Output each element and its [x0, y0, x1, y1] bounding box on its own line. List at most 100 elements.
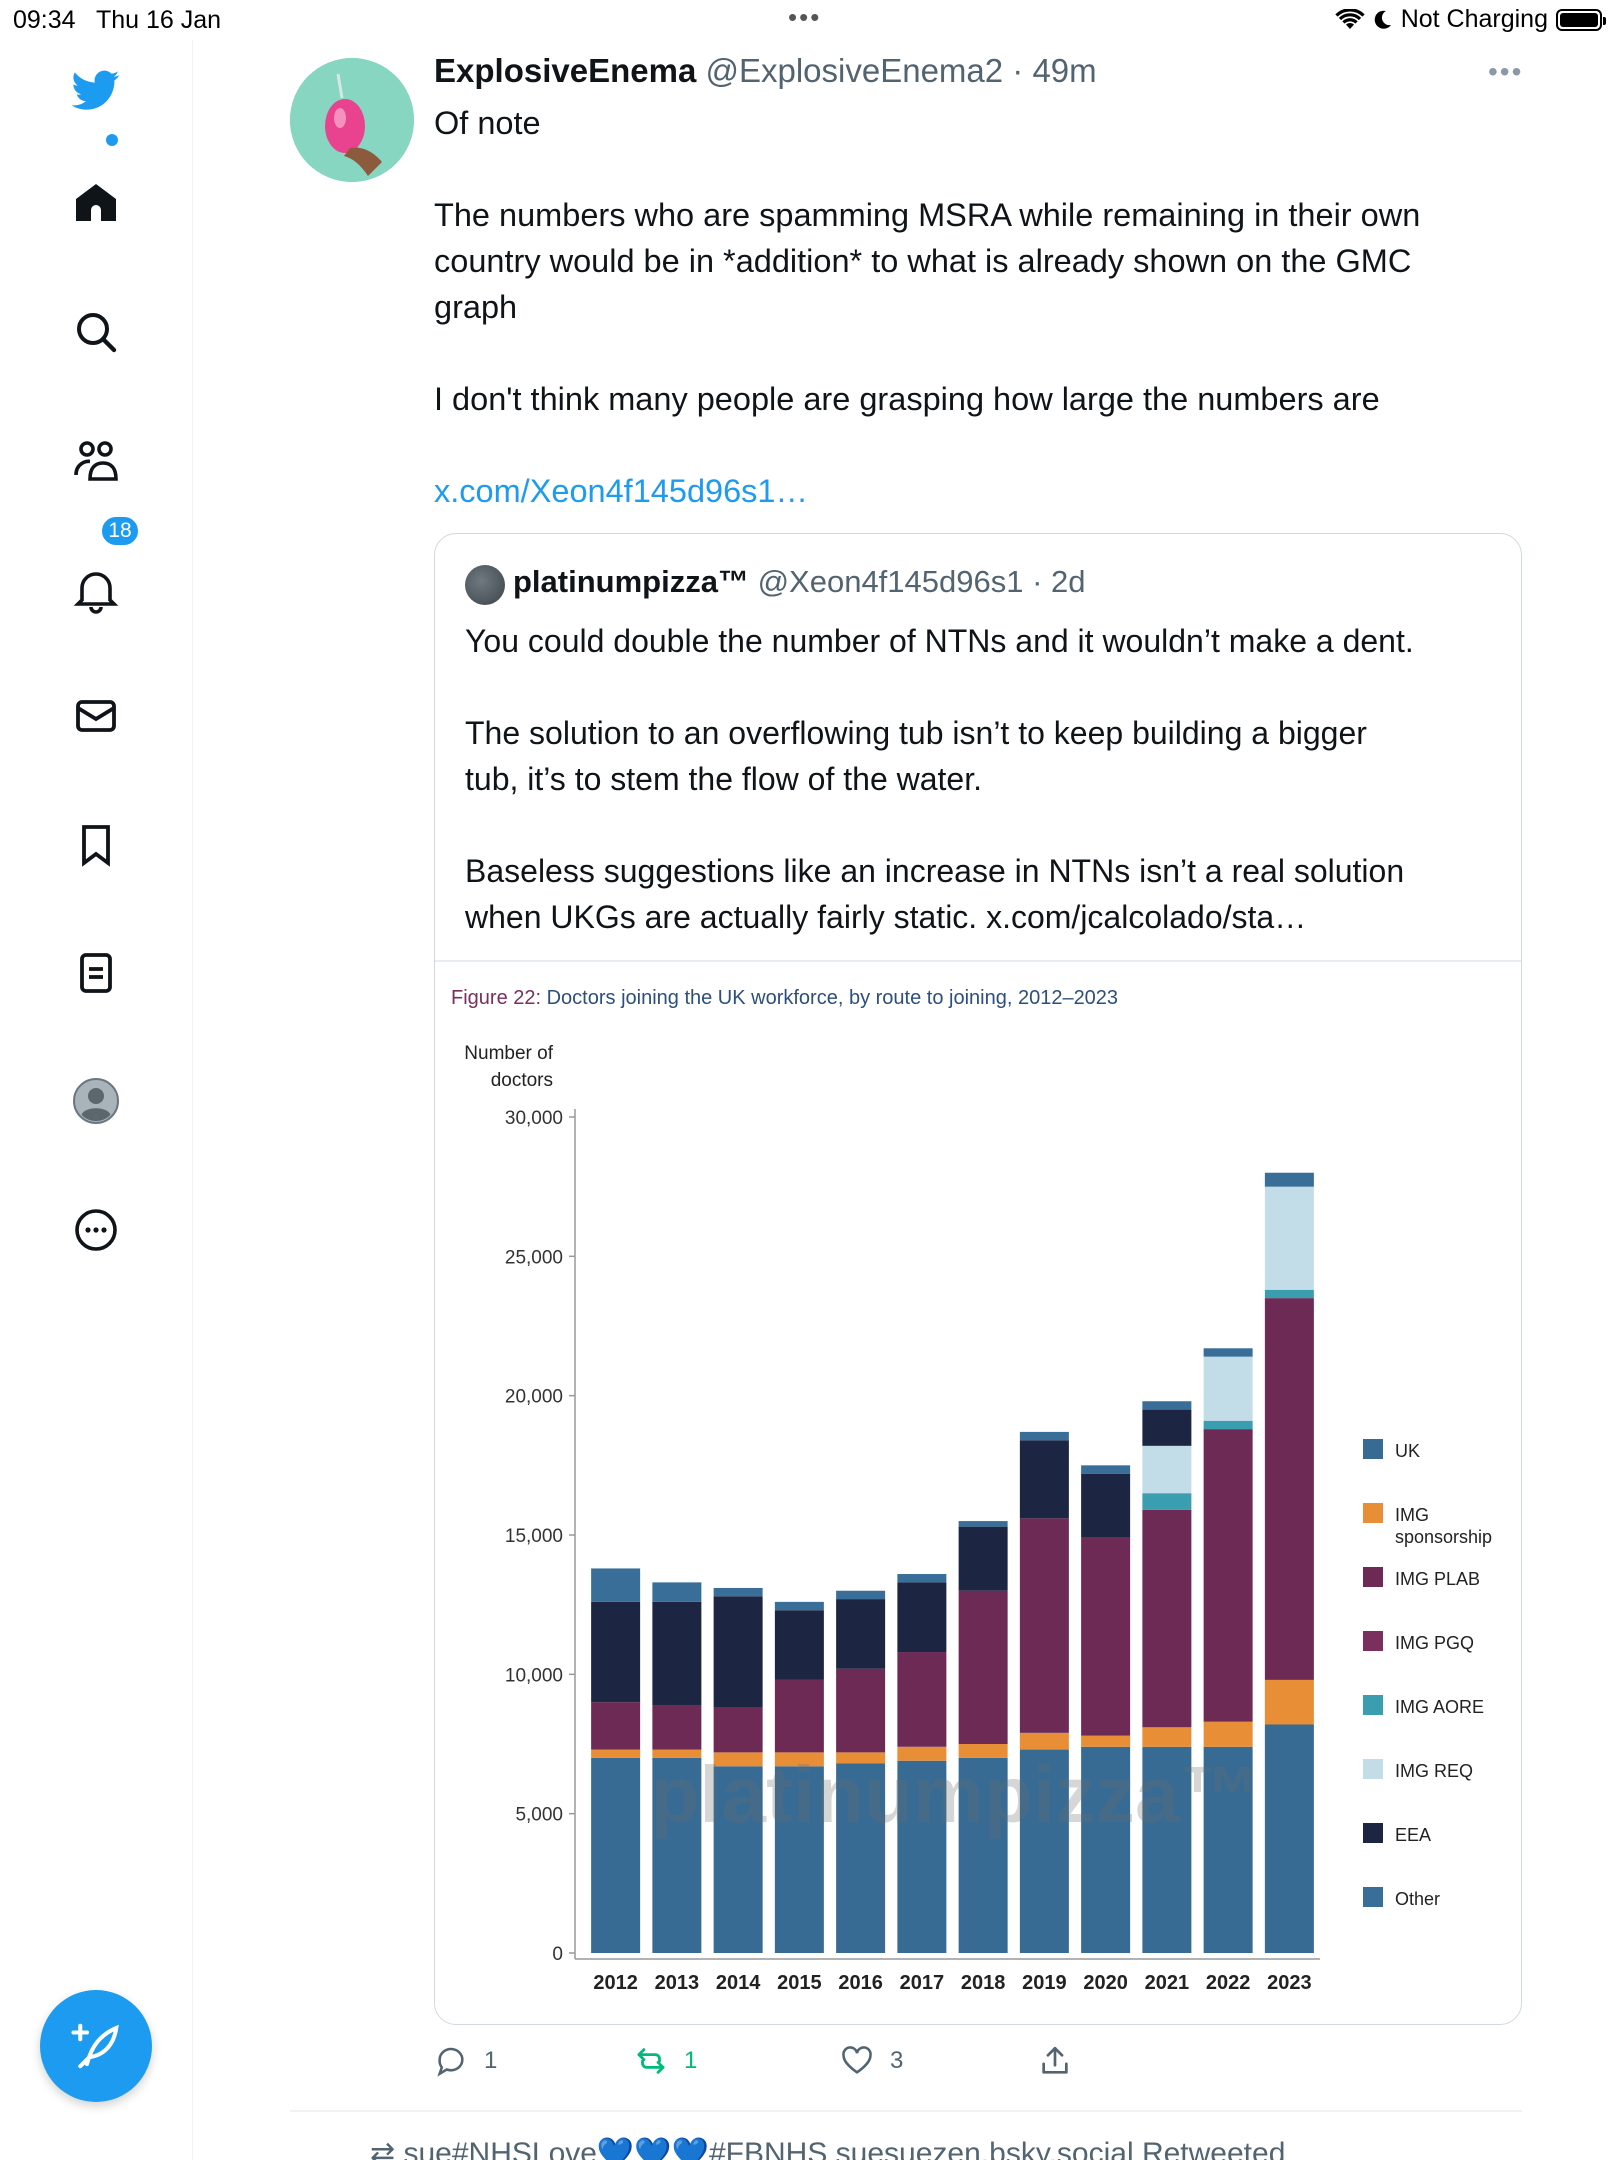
tweet-line: country would be in *addition* to what i… — [434, 243, 1412, 279]
retweet-count: 1 — [684, 2047, 698, 2074]
bar-segment — [1264, 1172, 1314, 1187]
bar-segment — [1081, 1473, 1131, 1538]
more-icon[interactable] — [66, 1200, 126, 1260]
next-tweet-preview[interactable]: ⇄ sue#NHSLove💙💙💙#FBNHS suesuezen.bsky.so… — [370, 2136, 1285, 2160]
bar-segment — [958, 1590, 1008, 1744]
tweet-more-icon[interactable]: ••• — [1488, 56, 1523, 88]
compose-icon — [71, 2023, 119, 2069]
author-name[interactable]: ExplosiveEnema — [434, 52, 696, 89]
x-tick-label: 2022 — [1206, 1972, 1251, 1994]
quoted-line: You could double the number of NTNs and … — [465, 623, 1414, 659]
chart-image[interactable]: Figure 22: Doctors joining the UK workfo… — [435, 962, 1521, 2024]
bar-segment — [1203, 1721, 1253, 1747]
retweet-icon — [637, 2048, 665, 2074]
bar-segment — [1264, 1724, 1314, 1953]
reply-icon — [437, 2047, 464, 2077]
bar-segment — [1142, 1493, 1192, 1510]
bar-segment — [836, 1599, 886, 1669]
quoted-author-handle[interactable]: @Xeon4f145d96s1 — [758, 564, 1024, 599]
x-tick-label: 2021 — [1145, 1972, 1190, 1994]
x-tick-label: 2014 — [716, 1972, 761, 1994]
chart-watermark: platinumpizza™ — [651, 1750, 1260, 1839]
search-icon[interactable] — [66, 302, 126, 362]
bar-segment — [1264, 1298, 1314, 1680]
author-avatar[interactable] — [290, 58, 414, 182]
compose-button[interactable] — [40, 1990, 152, 2102]
bar-segment — [1019, 1431, 1069, 1441]
bar-segment — [591, 1749, 641, 1758]
x-tick-label: 2020 — [1083, 1972, 1128, 1994]
legend-label: Other — [1395, 1889, 1440, 1909]
tweet-body: Of note The numbers who are spamming MSR… — [434, 100, 1514, 514]
quoted-author-name[interactable]: platinumpizza™ — [513, 564, 749, 599]
bar-segment — [774, 1601, 824, 1611]
status-right: Not Charging — [1335, 5, 1606, 34]
x-tick-label: 2015 — [777, 1972, 822, 1994]
quoted-tweet-time: · 2d — [1032, 564, 1086, 599]
profile-icon[interactable] — [66, 1071, 126, 1131]
legend-label: IMG PGQ — [1395, 1633, 1474, 1653]
legend-swatch — [1363, 1823, 1383, 1843]
wifi-icon — [1335, 8, 1365, 29]
lists-icon[interactable] — [66, 943, 126, 1003]
retweet-button[interactable]: 1 — [634, 2044, 697, 2078]
chart-title-text: Doctors joining the UK workforce, by rou… — [547, 987, 1118, 1009]
legend-label: sponsorship — [1395, 1527, 1492, 1547]
like-button[interactable]: 3 — [840, 2044, 903, 2078]
quoted-tweet[interactable]: platinumpizza™ @Xeon4f145d96s1 · 2d You … — [434, 533, 1522, 2025]
chart-title-prefix: Figure 22: — [451, 987, 547, 1009]
next-tweet-retweeted-by: sue#NHSLove💙💙💙#FBNHS suesuezen.bsky.soci… — [403, 2137, 1286, 2160]
author-handle[interactable]: @ExplosiveEnema2 — [705, 52, 1003, 89]
y-axis-label: Number of — [464, 1043, 553, 1064]
tweet-link[interactable]: x.com/Xeon4f145d96s1… — [434, 468, 1514, 514]
bar-segment — [836, 1590, 886, 1600]
legend-swatch — [1363, 1631, 1383, 1651]
multitasking-dots-icon[interactable]: ••• — [788, 2, 821, 33]
quoted-tweet-header: platinumpizza™ @Xeon4f145d96s1 · 2d — [513, 564, 1086, 600]
retweet-indicator-icon: ⇄ — [370, 2137, 396, 2160]
quoted-line: The solution to an overflowing tub isn’t… — [465, 715, 1367, 751]
share-button[interactable] — [1038, 2044, 1072, 2078]
tweet-line: The numbers who are spamming MSRA while … — [434, 197, 1421, 233]
reply-button[interactable]: 1 — [434, 2044, 497, 2078]
bar-segment — [1264, 1186, 1314, 1290]
bar-segment — [652, 1601, 702, 1705]
bar-segment — [1019, 1518, 1069, 1733]
heart-icon — [842, 2046, 872, 2074]
notifications-icon[interactable] — [66, 560, 126, 620]
quoted-author-avatar[interactable] — [465, 565, 505, 605]
y-tick-label: 15,000 — [505, 1526, 563, 1547]
bar-segment — [652, 1704, 702, 1750]
y-tick-label: 0 — [552, 1944, 563, 1965]
x-tick-label: 2012 — [593, 1972, 638, 1994]
bar-segment — [591, 1601, 641, 1703]
bar-segment — [897, 1582, 947, 1653]
communities-icon[interactable] — [66, 431, 126, 491]
x-tick-label: 2013 — [655, 1972, 700, 1994]
bar-segment — [836, 1668, 886, 1753]
share-icon — [1042, 2046, 1068, 2074]
x-tick-label: 2018 — [961, 1972, 1006, 1994]
messages-icon[interactable] — [66, 686, 126, 746]
bar-segment — [1019, 1440, 1069, 1519]
tweet-line: graph — [434, 289, 518, 325]
tweet-line: Of note — [434, 105, 541, 141]
legend-label: IMG PLAB — [1395, 1569, 1480, 1589]
battery-status-text: Not Charging — [1400, 5, 1548, 33]
bar-segment — [897, 1574, 947, 1583]
x-tick-label: 2016 — [838, 1972, 883, 1994]
bar-segment — [1142, 1727, 1192, 1747]
quoted-line: when UKGs are actually fairly static. x.… — [465, 899, 1307, 935]
bookmarks-icon[interactable] — [66, 815, 126, 875]
status-time: 09:34 Thu 16 Jan — [13, 6, 222, 34]
legend-swatch — [1363, 1439, 1383, 1459]
tweet-actions: 1 1 3 — [434, 2044, 1514, 2084]
legend-swatch — [1363, 1759, 1383, 1779]
tweet-header: ExplosiveEnema @ExplosiveEnema2 · 49m — [434, 52, 1097, 90]
bar-segment — [591, 1757, 641, 1953]
bar-segment — [1142, 1409, 1192, 1446]
twitter-logo-icon[interactable] — [66, 60, 126, 120]
legend-label: EEA — [1395, 1825, 1431, 1845]
home-icon[interactable] — [66, 173, 126, 233]
tweet-time[interactable]: · 49m — [1012, 52, 1096, 89]
